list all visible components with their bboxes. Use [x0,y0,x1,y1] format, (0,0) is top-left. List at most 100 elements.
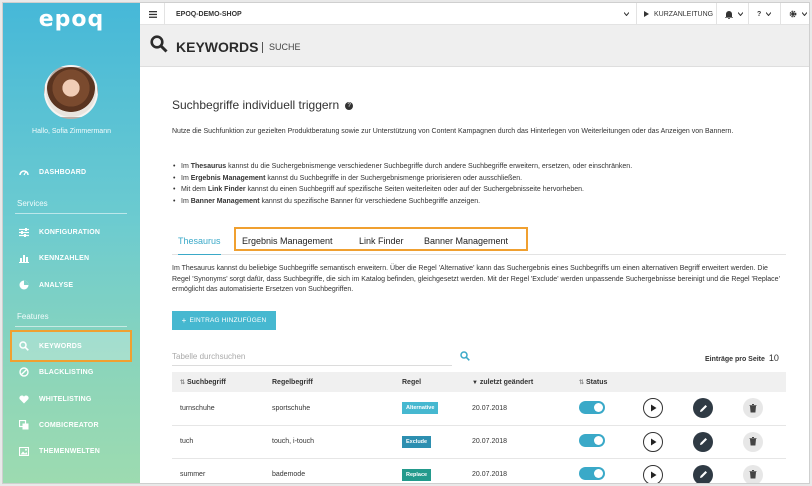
add-entry-button[interactable]: + EINTRAG HINZUFÜGEN [172,311,276,330]
menu-icon[interactable] [149,3,157,25]
divider [636,3,637,25]
table-row[interactable]: tuch touch, i-touch Exclude 20.07.2018 [172,425,786,459]
divider [716,3,717,25]
divider [164,3,165,25]
avatar[interactable] [44,65,98,119]
rule-badge: Exclude [402,435,432,448]
sidebar-item-label: COMBICREATOR [39,421,99,429]
cell-rule-term: bademode [264,458,394,483]
cell-edit [685,392,735,426]
play-button[interactable] [643,431,663,452]
play-icon [644,11,649,17]
settings-button[interactable] [789,3,807,25]
bullet-bold: Link Finder [207,186,246,194]
list-item: Im Thesaurus kannst du die Suchergebnism… [181,161,781,173]
tab-thesaurus[interactable]: Thesaurus [178,227,221,255]
cell-term: turnschuhe [172,392,264,426]
column-label: Status [585,378,608,386]
greeting: Hallo, Sofia Zimmermann [32,128,111,135]
table-row[interactable]: turnschuhe sportschuhe Alternative 20.07… [172,392,786,426]
sidebar-item-analyse[interactable]: ANALYSE [19,278,73,292]
sort-icon: ⇅ [180,379,186,386]
bullet-text: kannst du einen Suchbegriff auf spezifis… [245,186,584,194]
bell-icon [725,10,733,19]
cell-term: summer [172,458,264,483]
trash-icon [749,403,757,413]
bullet-bold: Thesaurus [190,163,227,170]
sidebar-item-label: BLACKLISTING [39,368,94,376]
bullet-text: Im [181,163,191,170]
edit-button[interactable] [693,398,713,419]
sidebar-item-label: DASHBOARD [39,168,87,176]
column-label: Suchbegriff [186,378,226,386]
sidebar-item-konfiguration[interactable]: KONFIGURATION [19,225,100,239]
play-button[interactable] [643,464,663,483]
column-zuletzt-geaendert[interactable]: ▼ zuletzt geändert [464,372,571,392]
play-icon [650,471,656,478]
table-row[interactable]: summer bademode Replace 20.07.2018 [172,458,786,483]
sidebar-item-label: KEYWORDS [39,342,82,350]
sidebar-item-themenwelten[interactable]: THEMENWELTEN [19,444,100,458]
sidebar-item-kennzahlen[interactable]: KENNZAHLEN [19,251,89,265]
column-suchbegriff[interactable]: ⇅ Suchbegriff [172,372,264,392]
notifications-button[interactable] [725,3,743,25]
play-button[interactable] [643,398,663,419]
cell-delete [735,392,786,426]
column-status[interactable]: ⇅ Status [571,372,635,392]
section-features: Features [17,312,49,321]
cell-rule: Exclude [394,425,464,459]
delete-button[interactable] [743,398,763,419]
sidebar-item-label: KENNZAHLEN [39,254,90,262]
heading-text: Suchbegriffe individuell triggern [172,98,340,112]
cell-date: 20.07.2018 [464,392,571,426]
topbar: EPOQ-DEMO-SHOP KURZANLEITUNG ? [140,3,809,25]
search-icon[interactable] [460,351,470,361]
status-toggle[interactable] [579,467,605,480]
chevron-down-icon [766,12,772,16]
cell-status [571,458,635,483]
intro-text: Nutze die Suchfunktion zur gezielten Pro… [172,128,734,135]
cell-rule-term: touch, i-touch [264,425,394,459]
pencil-icon [699,438,707,445]
app-window: epoq Hallo, Sofia Zimmermann DASHBOARD S… [2,2,810,484]
edit-button[interactable] [693,431,713,452]
per-page-value: 10 [768,353,779,363]
bullet-text: Mit dem [181,186,208,194]
column-actions [685,372,735,392]
rule-badge: Replace [402,468,432,481]
table-search-input[interactable]: Tabelle durchsuchen [172,350,452,366]
help-icon[interactable]: ? [345,101,354,110]
delete-button[interactable] [743,431,763,452]
trash-icon [749,437,757,446]
guide-link[interactable]: KURZANLEITUNG [644,3,713,25]
cell-rule: Replace [394,458,464,483]
edit-button[interactable] [693,464,713,483]
divider [15,213,127,214]
bullet-text: kannst du Suchbegriffe in der Suchergebn… [265,174,523,182]
help-button[interactable]: ? [757,3,772,25]
page-header: KEYWORDS SUCHE [140,25,809,67]
sort-desc-icon: ▼ [472,379,478,386]
cell-term: tuch [172,425,264,459]
list-item: Im Ergebnis Management kannst du Suchbeg… [181,173,781,185]
main-content: Suchbegriffe individuell triggern? Nutze… [140,67,809,483]
status-toggle[interactable] [579,400,605,414]
epoq-logo[interactable]: epoq [3,7,140,32]
bullet-bold: Banner Management [190,197,260,205]
delete-button[interactable] [743,464,763,483]
cell-delete [735,458,786,483]
per-page-selector[interactable]: Einträge pro Seite 10 [705,353,779,363]
thesaurus-description: Im Thesaurus kannst du beliebige Suchbeg… [172,265,780,293]
sidebar-item-whitelisting[interactable]: WHITELISTING [19,392,92,406]
sidebar-item-combicreator[interactable]: COMBICREATOR [19,418,99,432]
sidebar-item-keywords[interactable]: KEYWORDS [19,339,82,353]
page-title: KEYWORDS [176,39,259,55]
divider [780,3,781,25]
sidebar-item-blacklisting[interactable]: BLACKLISTING [19,365,94,379]
sidebar-item-dashboard[interactable]: DASHBOARD [19,165,86,179]
shop-dropdown-icon[interactable] [624,3,629,25]
cell-delete [735,425,786,459]
trash-icon [749,470,757,479]
status-toggle[interactable] [579,434,605,447]
sidebar-item-label: ANALYSE [39,281,74,289]
